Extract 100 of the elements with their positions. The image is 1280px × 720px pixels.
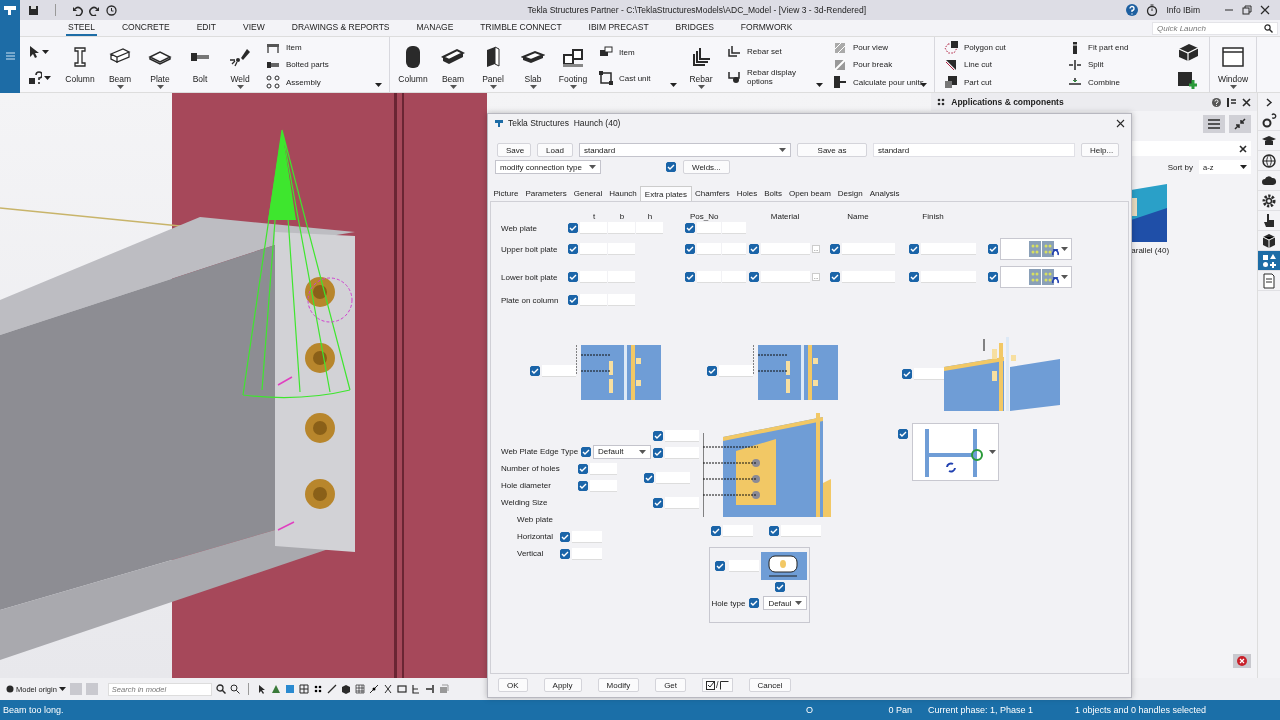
- menu-tab[interactable]: VIEW: [241, 20, 267, 36]
- checkbox[interactable]: [769, 526, 779, 536]
- attribute-file-dropdown[interactable]: standard: [579, 143, 791, 157]
- input-field[interactable]: [608, 243, 635, 255]
- input-field[interactable]: [608, 294, 635, 306]
- ribbon-button[interactable]: Plate: [140, 37, 180, 92]
- checkbox[interactable]: [568, 272, 578, 282]
- close-button[interactable]: [1116, 118, 1125, 128]
- menu-tab[interactable]: EDIT: [194, 20, 218, 36]
- restore-button[interactable]: [1242, 5, 1252, 15]
- ribbon-button[interactable]: Slab: [513, 37, 553, 92]
- dialog-tab[interactable]: Analysis: [866, 186, 903, 201]
- view-tool-button[interactable]: [312, 684, 323, 694]
- checkbox[interactable]: [685, 272, 695, 282]
- collapse-button[interactable]: [1229, 115, 1251, 133]
- input-field[interactable]: [728, 560, 759, 572]
- menu-tab[interactable]: DRAWINGS & REPORTS: [289, 20, 392, 36]
- help-button[interactable]: Help...: [1081, 143, 1119, 157]
- ribbon-item[interactable]: Rebar set: [727, 44, 821, 58]
- input-field[interactable]: [697, 222, 721, 234]
- input-field[interactable]: [719, 365, 753, 377]
- input-field[interactable]: [580, 222, 607, 234]
- cancel-button[interactable]: Cancel: [748, 678, 792, 692]
- ribbon-button[interactable]: [1176, 69, 1200, 90]
- dialog-tab[interactable]: Haunch: [605, 186, 641, 201]
- dialog-tab[interactable]: Design: [834, 186, 867, 201]
- help-button[interactable]: [1126, 4, 1139, 16]
- dialog-tab[interactable]: Bolts: [760, 186, 786, 201]
- menu-tab[interactable]: IBIM PRECAST: [586, 20, 651, 36]
- view-tool-button[interactable]: [298, 684, 309, 694]
- connection-type-dropdown[interactable]: modify connection type: [495, 160, 601, 174]
- input-field[interactable]: [761, 243, 810, 255]
- list-view-button[interactable]: [1203, 115, 1225, 133]
- dialog-tab[interactable]: Extra plates: [640, 186, 692, 201]
- checkbox[interactable]: [568, 244, 578, 254]
- input-field[interactable]: [722, 243, 746, 255]
- checkbox[interactable]: [560, 531, 570, 542]
- checkbox[interactable]: [581, 446, 592, 457]
- input-field[interactable]: [572, 547, 602, 560]
- input-field[interactable]: [572, 530, 602, 543]
- input-field[interactable]: [590, 479, 617, 492]
- view-tool-button[interactable]: [424, 684, 435, 694]
- ribbon-item[interactable]: Pour break: [833, 58, 925, 72]
- input-field[interactable]: [542, 365, 576, 377]
- ribbon-item[interactable]: Split: [1068, 58, 1164, 72]
- input-field[interactable]: [921, 243, 976, 255]
- search-field[interactable]: [1131, 141, 1251, 156]
- ribbon-button[interactable]: Column: [393, 37, 433, 92]
- checkbox[interactable]: [568, 295, 578, 305]
- checkbox[interactable]: [902, 369, 912, 379]
- checkbox[interactable]: [653, 497, 663, 508]
- search-button[interactable]: [215, 684, 226, 694]
- input-field[interactable]: [723, 525, 753, 537]
- input-field[interactable]: [590, 462, 617, 475]
- ribbon-button[interactable]: Window: [1213, 37, 1253, 92]
- input-field[interactable]: [781, 525, 821, 537]
- view-tool-button[interactable]: [382, 684, 393, 694]
- view-tool-button[interactable]: [410, 684, 421, 694]
- load-button[interactable]: Load: [537, 143, 573, 157]
- ribbon-button[interactable]: Bolt: [180, 37, 220, 92]
- input-field[interactable]: [722, 271, 746, 283]
- ribbon-button[interactable]: Column: [60, 37, 100, 92]
- checkbox[interactable]: [560, 548, 570, 559]
- save-button[interactable]: Save: [497, 143, 531, 157]
- input-field[interactable]: [580, 271, 607, 283]
- redo-button[interactable]: [89, 4, 100, 16]
- checkbox[interactable]: [530, 366, 540, 376]
- close-button[interactable]: [1242, 97, 1251, 107]
- dialog-tab[interactable]: Picture: [490, 186, 522, 201]
- input-field[interactable]: [665, 496, 699, 509]
- input-field[interactable]: [697, 271, 721, 283]
- save-button[interactable]: [28, 4, 39, 16]
- ribbon-item[interactable]: Line cut: [944, 58, 1054, 72]
- hole-type-dropdown[interactable]: Defaul: [763, 596, 808, 610]
- checkbox[interactable]: [749, 244, 759, 254]
- side-tab[interactable]: [1258, 211, 1280, 231]
- bolt-layout-dropdown[interactable]: [1000, 266, 1072, 288]
- ribbon-item[interactable]: Part cut: [944, 75, 1054, 90]
- menu-tab[interactable]: FORMWORK: [738, 20, 795, 36]
- pin-button[interactable]: [1227, 97, 1236, 107]
- zoom-button[interactable]: [229, 684, 240, 694]
- view-tool-button[interactable]: [396, 684, 407, 694]
- ribbon-button[interactable]: Beam: [433, 37, 473, 92]
- input-field[interactable]: [580, 243, 607, 255]
- input-field[interactable]: [842, 271, 895, 283]
- checkbox[interactable]: [988, 244, 998, 254]
- input-field[interactable]: [665, 446, 699, 459]
- dialog-tab[interactable]: Chamfers: [691, 186, 734, 201]
- history-button[interactable]: [106, 4, 117, 16]
- checkbox[interactable]: [898, 429, 908, 439]
- menu-tab[interactable]: BRIDGES: [673, 20, 716, 36]
- ribbon-item[interactable]: Fit part end: [1068, 40, 1164, 55]
- ribbon-item[interactable]: Bolted parts: [266, 58, 376, 72]
- save-as-button[interactable]: Save as: [797, 143, 867, 157]
- view-tool-button[interactable]: [368, 684, 379, 694]
- help-button[interactable]: [1212, 97, 1221, 107]
- checkbox[interactable]: [685, 244, 695, 254]
- input-field[interactable]: [656, 471, 690, 484]
- get-button[interactable]: Get: [655, 678, 687, 692]
- apply-button[interactable]: Apply: [543, 678, 582, 692]
